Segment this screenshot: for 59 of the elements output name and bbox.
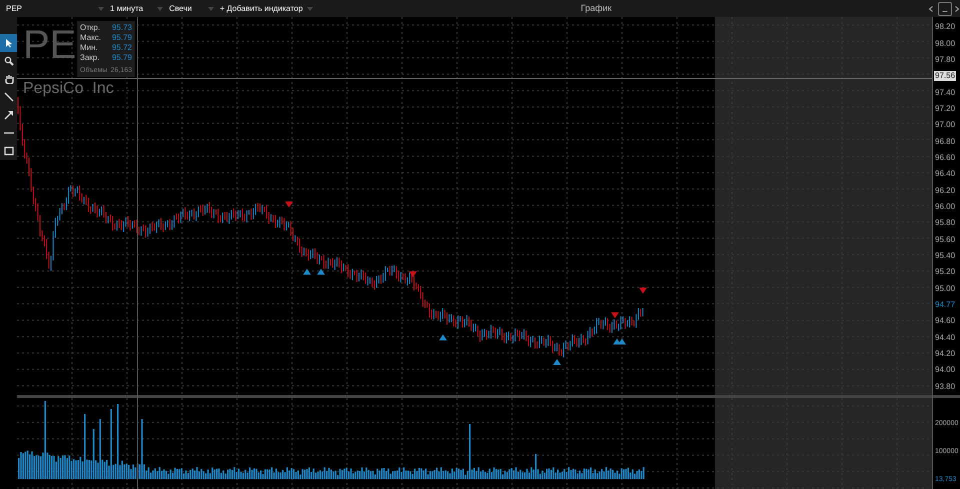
- legend-value: 95.73: [112, 23, 132, 32]
- arrow-icon: [4, 110, 14, 120]
- chevron-right-icon[interactable]: [955, 6, 959, 12]
- caret-icon: [306, 6, 313, 10]
- price-axis-label: 96.80: [934, 136, 956, 147]
- legend-value: 95.72: [112, 43, 132, 52]
- legend-label: Откр.: [80, 23, 100, 32]
- caret-icon: [98, 6, 104, 10]
- pointer-icon: [4, 38, 14, 48]
- price-axis-label: 98.00: [934, 38, 956, 49]
- price-axis-label: 96.00: [934, 202, 956, 212]
- legend-value: 95.79: [112, 53, 132, 62]
- price-axis-label: 93.80: [934, 382, 956, 392]
- company-watermark: PepsiCo Inc: [23, 80, 114, 98]
- buy-signal-marker: [439, 334, 447, 340]
- price-axis-label: 94.00: [934, 365, 956, 376]
- line-icon: [4, 92, 14, 102]
- price-axis-label: 95.40: [934, 250, 956, 261]
- price-axis-label: 94.40: [934, 332, 956, 343]
- crosshair-price-label: 97.56: [934, 71, 956, 82]
- symbol-watermark: PE: [23, 25, 76, 65]
- price-axis-label: 95.80: [934, 218, 956, 228]
- buy-signal-marker: [553, 359, 561, 365]
- price-axis-label: 95.00: [934, 284, 956, 294]
- price-axis-label: 96.20: [934, 186, 956, 196]
- add-indicator-button[interactable]: + Добавить индикатор: [220, 2, 303, 14]
- last-price-label: 94.77: [934, 300, 956, 310]
- price-axis-label: 96.60: [934, 152, 956, 163]
- minimize-button[interactable]: _: [938, 2, 952, 16]
- buy-signal-marker: [303, 268, 311, 275]
- sell-signal-marker: [409, 271, 417, 278]
- legend-label: Мин.: [80, 43, 98, 52]
- price-axis-label: 94.20: [934, 349, 956, 360]
- sell-signal-marker: [639, 288, 647, 294]
- interval-dropdown[interactable]: 1 минута: [110, 2, 144, 14]
- sell-signal-marker: [611, 312, 619, 318]
- caret-icon: [157, 6, 164, 10]
- window-title: График: [580, 2, 612, 15]
- price-axis-label: 97.40: [934, 88, 956, 98]
- legend-label: Закр.: [80, 53, 100, 62]
- symbol-label: PEP: [6, 2, 22, 14]
- price-axis-label: 94.60: [934, 316, 956, 326]
- buy-signal-marker: [317, 268, 325, 275]
- price-axis-label: 95.60: [934, 234, 956, 245]
- price-axis-label: 97.20: [934, 104, 956, 114]
- legend-label: Макс.: [80, 33, 102, 42]
- search-icon: [4, 56, 14, 66]
- price-axis-label: 97.80: [934, 54, 956, 65]
- price-axis-label: 98.20: [934, 22, 956, 32]
- price-axis-label: 97.00: [934, 120, 956, 130]
- chevron-left-icon[interactable]: [929, 6, 933, 12]
- caret-icon: [208, 6, 214, 10]
- sell-signal-marker: [285, 202, 293, 208]
- rectangle-icon: [4, 146, 14, 156]
- chart-type-dropdown[interactable]: Свечи: [169, 2, 192, 14]
- price-axis-label: 96.40: [934, 169, 956, 180]
- legend-value: 95.79: [112, 33, 132, 42]
- hand-icon: [4, 74, 14, 84]
- price-axis-label: 95.20: [934, 267, 956, 278]
